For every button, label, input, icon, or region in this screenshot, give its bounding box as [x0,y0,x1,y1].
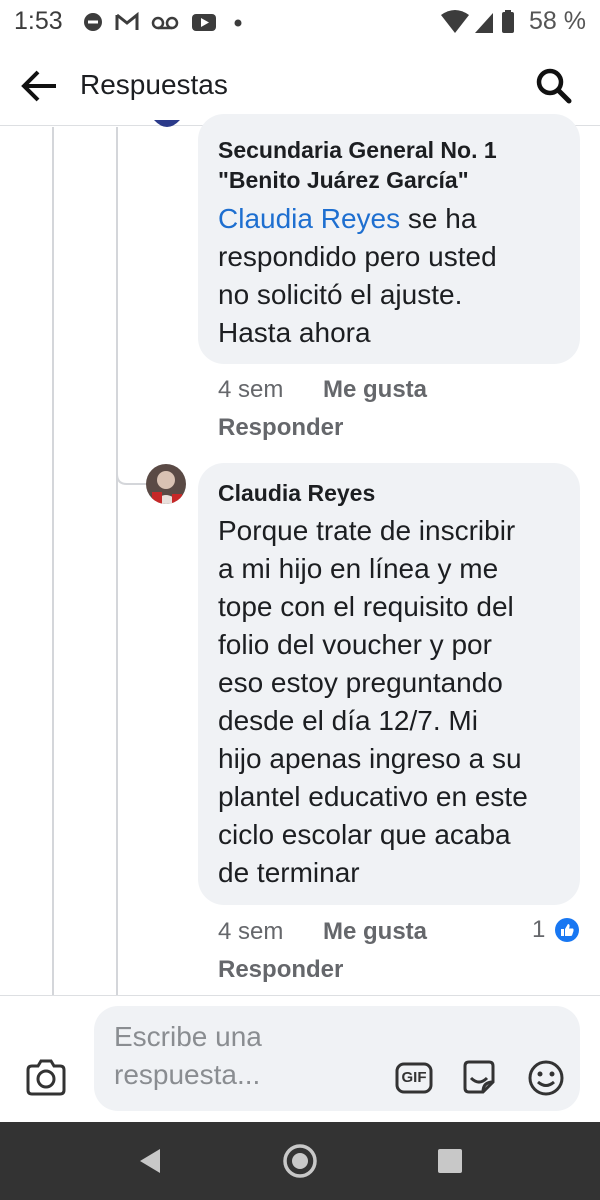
thread-line [52,127,54,995]
comment-line: Porque trate de inscribir [218,515,516,546]
status-bar: 1:53 58 % [0,0,600,44]
comment-line-text: se ha [400,203,477,234]
comment-line: no solicitó el ajuste. [218,279,463,310]
like-button[interactable]: Me gusta [323,376,427,404]
avatar-partial [154,120,180,127]
comment-line: Claudia Reyes se ha [218,200,497,238]
voicemail-icon [151,16,179,30]
comment-time: 4 sem [218,918,284,945]
gif-icon[interactable]: GIF [394,1058,434,1098]
back-triangle-icon[interactable] [130,1141,170,1181]
comment-text: Claudia Reyes se ha respondido pero uste… [218,200,497,352]
battery-percent: 58 % [529,7,586,35]
comment-line: hijo apenas ingreso a su [218,743,522,774]
status-time: 1:53 [14,7,63,35]
comment-line: eso estoy preguntando [218,667,503,698]
reaction-count[interactable]: 1 [532,916,545,944]
reply-button[interactable]: Responder [218,414,343,442]
mention-link[interactable]: Claudia Reyes [218,203,400,234]
placeholder-line: respuesta... [114,1059,261,1090]
home-circle-icon[interactable] [280,1141,320,1181]
comment-line: ciclo escolar que acaba [218,819,511,850]
comment-line: plantel educativo en este [218,781,528,812]
thread-line [116,127,118,995]
gif-label: GIF [401,1069,427,1086]
emoji-icon[interactable] [526,1058,566,1098]
author-line: "Benito Juárez García" [218,167,469,193]
author-line: Secundaria General No. 1 [218,137,497,163]
signal-icon [475,13,493,33]
comment-line: desde el día 12/7. Mi [218,705,478,736]
reply-input-placeholder: Escribe una respuesta... [114,1018,374,1094]
comment-line: de terminar [218,857,360,888]
battery-icon [502,10,514,33]
sticker-icon[interactable] [459,1058,499,1098]
reply-composer-bar: Escribe una respuesta... GIF [0,995,600,1125]
page-title: Respuestas [80,69,228,100]
gmail-icon [115,11,139,30]
android-nav-bar [0,1122,600,1200]
search-icon[interactable] [532,64,576,108]
placeholder-line: Escribe una [114,1021,262,1052]
notification-dot-icon [234,19,242,27]
comment-line: folio del voucher y por [218,629,492,660]
avatar[interactable] [146,464,186,504]
camera-icon[interactable] [24,1056,68,1100]
reply-input[interactable]: Escribe una respuesta... GIF [94,1006,580,1111]
comment-line: Hasta ahora [218,317,371,348]
like-button[interactable]: Me gusta [323,918,427,946]
reply-button[interactable]: Responder [218,956,343,984]
comment-author[interactable]: Secundaria General No. 1 "Benito Juárez … [218,135,497,195]
comment-line: tope con el requisito del [218,591,514,622]
recents-square-icon[interactable] [430,1141,470,1181]
comment-text: Porque trate de inscribir a mi hijo en l… [218,512,528,892]
arrow-left-icon[interactable] [18,64,62,108]
like-reaction-icon[interactable] [554,917,580,943]
comment-time: 4 sem [218,376,284,403]
dnd-icon [84,13,102,31]
comment-line: respondido pero usted [218,241,497,272]
comment-line: a mi hijo en línea y me [218,553,499,584]
youtube-icon [192,14,216,31]
thread-connector [116,460,146,485]
wifi-icon [441,10,469,33]
comment-author[interactable]: Claudia Reyes [218,478,375,508]
